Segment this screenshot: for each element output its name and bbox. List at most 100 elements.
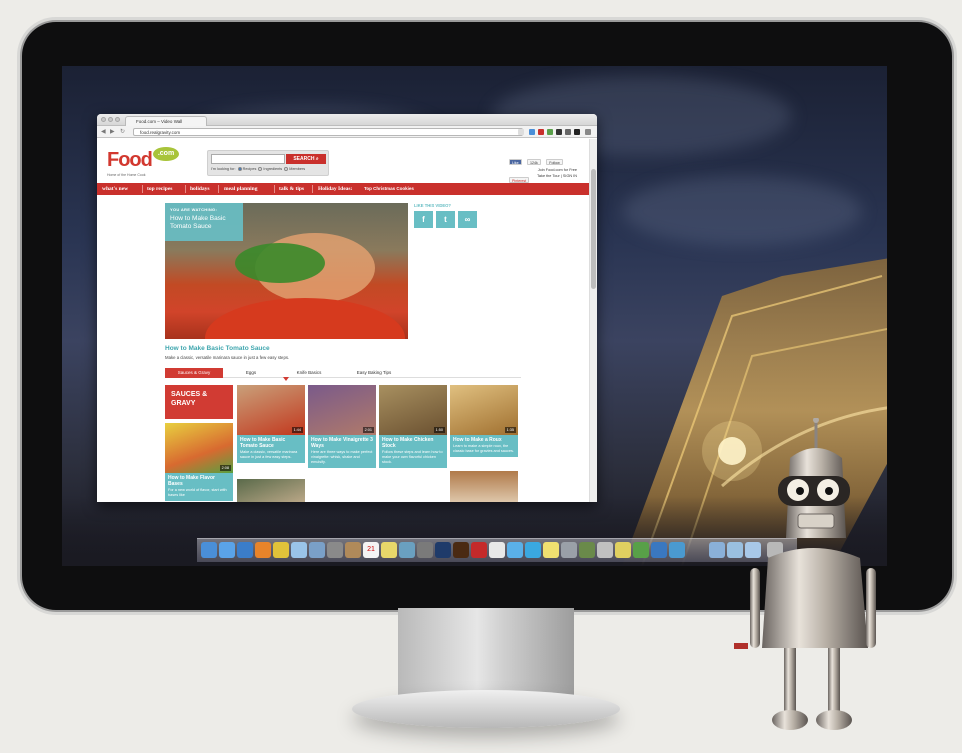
browser-tab[interactable]: Food.com – Video Wall xyxy=(125,116,207,126)
utility-icon[interactable] xyxy=(561,542,577,558)
chrome-icon[interactable] xyxy=(273,542,289,558)
search-box: SEARCH ⌕ I'm looking for: Recipes Ingred… xyxy=(207,150,329,176)
acrobat-icon[interactable] xyxy=(471,542,487,558)
video-title[interactable]: How to Make Basic Tomato Sauce xyxy=(165,345,270,352)
twitter-follow-button[interactable]: Follow xyxy=(546,159,563,165)
video-thumbnail[interactable] xyxy=(450,471,518,502)
video-card[interactable]: 1:50 How to Make Chicken Stock Follow th… xyxy=(379,385,447,468)
card-title: How to Make Basic Tomato Sauce xyxy=(240,437,286,449)
tab-easy-baking-tips[interactable]: Easy Baking Tips xyxy=(339,368,409,378)
video-duration: 2:08 xyxy=(219,465,231,471)
category-tabs: Sauces & Gravy Eggs Knife Basics Easy Ba… xyxy=(165,368,521,378)
close-window-button[interactable] xyxy=(101,117,106,122)
radio-ingredients[interactable] xyxy=(258,167,263,171)
messages-icon[interactable] xyxy=(507,542,523,558)
finder-icon[interactable] xyxy=(201,542,217,558)
extension-icon-2[interactable] xyxy=(538,129,544,135)
reload-icon[interactable]: ↻ xyxy=(120,128,125,136)
video-card[interactable]: 2:08 How to Make Flavor Bases For a new … xyxy=(165,423,233,501)
preview-icon[interactable] xyxy=(399,542,415,558)
search-input[interactable] xyxy=(211,154,285,164)
safari-icon[interactable] xyxy=(237,542,253,558)
app-icon[interactable] xyxy=(579,542,595,558)
app5-icon[interactable] xyxy=(651,542,667,558)
nav-talk-tips[interactable]: talk & tips xyxy=(279,183,304,195)
section-heading: SAUCES & GRAVY xyxy=(165,385,233,419)
radio-members[interactable] xyxy=(284,167,289,171)
app6-icon[interactable] xyxy=(669,542,685,558)
now-watching-box: YOU ARE WATCHING: How to Make Basic Toma… xyxy=(165,203,243,241)
minimize-window-button[interactable] xyxy=(108,117,113,122)
search-button[interactable]: SEARCH ⌕ xyxy=(286,154,326,164)
food-logo[interactable]: Food xyxy=(107,149,153,172)
tab-caret-icon xyxy=(283,377,289,381)
app2-icon[interactable] xyxy=(597,542,613,558)
back-icon[interactable]: ◀ xyxy=(101,128,106,136)
folder-icon[interactable] xyxy=(709,542,725,558)
video-duration: 2:01 xyxy=(362,427,374,433)
tab-eggs[interactable]: Eggs xyxy=(225,368,277,378)
calendar-icon[interactable]: 21 xyxy=(363,542,379,558)
nav-holidays[interactable]: holidays xyxy=(190,183,210,195)
monitor-stand xyxy=(398,608,574,698)
contacts-icon[interactable] xyxy=(345,542,361,558)
mail-icon[interactable] xyxy=(309,542,325,558)
zoom-window-button[interactable] xyxy=(115,117,120,122)
holiday-ideas-link[interactable]: Top Christmas Cookies xyxy=(364,183,414,195)
scroll-thumb[interactable] xyxy=(591,169,596,289)
extension-icon-5[interactable] xyxy=(565,129,571,135)
mac-dock[interactable]: 21 xyxy=(197,538,797,562)
facebook-like-button[interactable]: Like xyxy=(509,159,522,165)
tab-knife-basics[interactable]: Knife Basics xyxy=(281,368,337,378)
video-card[interactable]: 1:35 How to Make a Roux Learn to make a … xyxy=(450,385,518,457)
textedit-icon[interactable] xyxy=(489,542,505,558)
forward-icon[interactable]: ▶ xyxy=(110,128,115,136)
now-watching-label: YOU ARE WATCHING: xyxy=(170,207,218,212)
title-bar: Food.com – Video Wall xyxy=(97,114,597,126)
tagline: Home of the Home Cook xyxy=(107,173,146,177)
photos-icon[interactable] xyxy=(327,542,343,558)
radio-recipes[interactable] xyxy=(237,167,242,171)
holiday-ideas-label: Holiday Ideas: xyxy=(318,186,353,192)
extension-icon-3[interactable] xyxy=(547,129,553,135)
tab-sauces-gravy[interactable]: Sauces & Gravy xyxy=(165,368,223,378)
notes-icon[interactable] xyxy=(381,542,397,558)
stickies-icon[interactable] xyxy=(543,542,559,558)
card-title: How to Make Chicken Stock xyxy=(382,437,434,449)
page-scrollbar[interactable] xyxy=(589,139,597,502)
app-store-icon[interactable] xyxy=(219,542,235,558)
itunes-icon[interactable] xyxy=(291,542,307,558)
like-video-label: LIKE THIS VIDEO? xyxy=(414,203,451,208)
video-thumbnail[interactable] xyxy=(237,479,305,502)
robot-figurine xyxy=(734,418,876,730)
menu-icon[interactable] xyxy=(585,129,591,135)
like-count: 124k xyxy=(527,159,541,165)
extension-icon-1[interactable] xyxy=(529,129,535,135)
facebook-share-icon[interactable]: f xyxy=(414,211,433,228)
card-description: For a new world of flavor, start with ba… xyxy=(168,488,227,497)
extension-icon-4[interactable] xyxy=(556,129,562,135)
extension-icon-6[interactable] xyxy=(574,129,580,135)
skype-icon[interactable] xyxy=(525,542,541,558)
star-icon[interactable] xyxy=(518,129,524,135)
main-nav: what's new top recipes holidays meal pla… xyxy=(97,183,589,195)
video-card[interactable]: 2:01 How to Make Vinaigrette 3 Ways Here… xyxy=(308,385,376,468)
video-duration: 1:35 xyxy=(504,427,516,433)
video-duration: 1:50 xyxy=(433,427,445,433)
firefox-icon[interactable] xyxy=(255,542,271,558)
tour-signin-link[interactable]: Take the Tour | SIGN IN xyxy=(537,173,577,179)
nav-whats-new[interactable]: what's new xyxy=(102,183,128,195)
video-card[interactable]: 1:44 How to Make Basic Tomato Sauce Make… xyxy=(237,385,305,463)
settings-icon[interactable] xyxy=(417,542,433,558)
app4-icon[interactable] xyxy=(633,542,649,558)
url-bar[interactable]: food.realgravity.com xyxy=(133,128,523,136)
card-title: How to Make Flavor Bases xyxy=(168,475,215,487)
video-player[interactable]: YOU ARE WATCHING: How to Make Basic Toma… xyxy=(165,203,408,339)
app3-icon[interactable] xyxy=(615,542,631,558)
link-share-icon[interactable]: ∞ xyxy=(458,211,477,228)
illustrator-icon[interactable] xyxy=(453,542,469,558)
photoshop-icon[interactable] xyxy=(435,542,451,558)
nav-meal-planning[interactable]: meal planning xyxy=(224,183,257,195)
twitter-share-icon[interactable]: t xyxy=(436,211,455,228)
nav-top-recipes[interactable]: top recipes xyxy=(147,183,172,195)
